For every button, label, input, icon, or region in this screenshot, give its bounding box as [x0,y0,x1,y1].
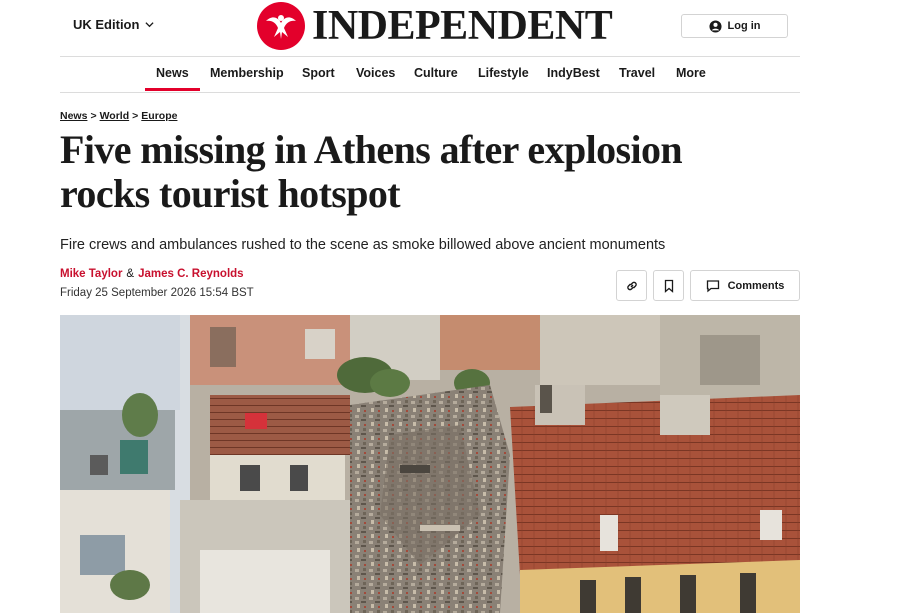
breadcrumb-europe[interactable]: Europe [141,110,177,122]
nav-item-travel[interactable]: Travel [619,57,655,92]
edition-selector[interactable]: UK Edition [73,17,155,32]
comments-label: Comments [727,279,785,292]
bookmark-button[interactable] [653,270,684,301]
breadcrumb-news[interactable]: News [60,110,87,122]
author-joiner: & [126,268,135,280]
edition-label: UK Edition [73,17,140,32]
nav-divider [60,92,800,93]
nav-item-indybest[interactable]: IndyBest [547,57,600,92]
nav-item-culture[interactable]: Culture [414,57,458,92]
author-link[interactable]: Mike Taylor [60,268,122,280]
comment-icon [706,279,719,292]
author-byline: Mike Taylor & James C. Reynolds [60,268,244,280]
headline-line-2: rocks tourist hotspot [60,171,401,216]
main-nav: News Membership Sport Voices Culture Lif… [0,57,860,92]
hero-image[interactable] [60,315,800,613]
nav-item-sport[interactable]: Sport [302,57,335,92]
article-standfirst: Fire crews and ambulances rushed to the … [60,237,666,253]
logo-wordmark: INDEPENDENT [312,3,613,49]
explosion-aerial-photo [60,315,800,613]
breadcrumb: News > World > Europe [60,110,177,122]
comments-button[interactable]: Comments [690,270,800,301]
nav-item-lifestyle[interactable]: Lifestyle [478,57,529,92]
nav-item-more[interactable]: More [676,57,706,92]
nav-item-voices[interactable]: Voices [356,57,395,92]
nav-item-news[interactable]: News [145,57,200,92]
login-label: Log in [727,20,761,32]
login-button[interactable]: Log in [681,14,788,38]
nav-item-membership[interactable]: Membership [210,57,284,92]
author-link[interactable]: James C. Reynolds [138,268,243,280]
bookmark-icon [664,279,673,293]
breadcrumb-separator: > [90,110,97,122]
breadcrumb-separator: > [132,110,139,122]
publish-date: Friday 25 September 2026 15:54 BST [60,287,254,299]
user-icon [708,19,722,33]
headline-line-1: Five missing in Athens after explosion [60,127,683,172]
link-icon [626,281,637,290]
article-headline: Five missing in Athens after explosion r… [60,128,820,216]
site-logo[interactable]: INDEPENDENT [256,1,613,51]
copy-link-button[interactable] [616,270,647,301]
chevron-down-icon [145,22,155,28]
breadcrumb-world[interactable]: World [100,110,130,122]
eagle-logo-icon [257,2,305,50]
